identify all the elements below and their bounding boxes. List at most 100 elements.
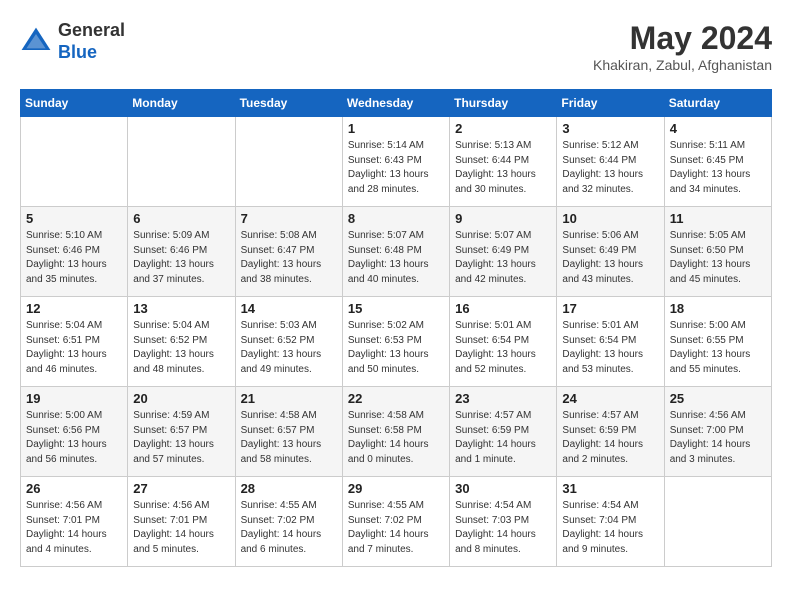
day-number: 24: [562, 391, 658, 406]
calendar-cell: 24 Sunrise: 4:57 AMSunset: 6:59 PMDayligh…: [557, 387, 664, 477]
calendar-cell: 1Sunrise: 5:14 AMSunset: 6:43 PMDaylight…: [342, 117, 449, 207]
calendar-cell: 30 Sunrise: 4:54 AMSunset: 7:03 PMDayligh…: [450, 477, 557, 567]
calendar-header: SundayMondayTuesdayWednesdayThursdayFrid…: [21, 90, 772, 117]
calendar-table: SundayMondayTuesdayWednesdayThursdayFrid…: [20, 89, 772, 567]
calendar-cell: [235, 117, 342, 207]
day-number: 18: [670, 301, 766, 316]
day-info: Sunrise: 5:03 AMSunset: 6:52 PMDaylight:…: [241, 319, 337, 377]
calendar-cell: 9 Sunrise: 5:07 AMSunset: 6:49 PMDaylight…: [450, 207, 557, 297]
day-number: 12: [26, 301, 122, 316]
day-info: Sunrise: 5:05 AMSunset: 6:50 PMDaylight:…: [670, 229, 766, 287]
weekday-header-monday: Monday: [128, 90, 235, 117]
day-number: 10: [562, 211, 658, 226]
calendar-cell: 11 Sunrise: 5:05 AMSunset: 6:50 PMDayligh…: [664, 207, 771, 297]
day-info: Sunrise: 5:13 AMSunset: 6:44 PMDaylight:…: [455, 139, 551, 197]
day-info: Sunrise: 4:57 AMSunset: 6:59 PMDaylight:…: [562, 409, 658, 467]
day-info: Sunrise: 5:11 AMSunset: 6:45 PMDaylight:…: [670, 139, 766, 197]
day-info: Sunrise: 4:56 AMSunset: 7:01 PMDaylight:…: [133, 499, 229, 557]
day-info: Sunrise: 5:01 AMSunset: 6:54 PMDaylight:…: [455, 319, 551, 377]
calendar-cell: [128, 117, 235, 207]
day-info: Sunrise: 5:04 AMSunset: 6:52 PMDaylight:…: [133, 319, 229, 377]
calendar-cell: 26Sunrise: 4:56 AMSunset: 7:01 PMDayligh…: [21, 477, 128, 567]
day-number: 8: [348, 211, 444, 226]
day-number: 1: [348, 121, 444, 136]
calendar-cell: 5Sunrise: 5:10 AMSunset: 6:46 PMDaylight…: [21, 207, 128, 297]
day-info: Sunrise: 5:04 AMSunset: 6:51 PMDaylight:…: [26, 319, 122, 377]
calendar-cell: 21Sunrise: 4:58 AMSunset: 6:57 PMDayligh…: [235, 387, 342, 477]
calendar-cell: 23 Sunrise: 4:57 AMSunset: 6:59 PMDayligh…: [450, 387, 557, 477]
day-number: 14: [241, 301, 337, 316]
calendar-cell: 7Sunrise: 5:08 AMSunset: 6:47 PMDaylight…: [235, 207, 342, 297]
day-info: Sunrise: 5:01 AMSunset: 6:54 PMDaylight:…: [562, 319, 658, 377]
weekday-header-friday: Friday: [557, 90, 664, 117]
day-number: 15: [348, 301, 444, 316]
day-info: Sunrise: 5:07 AMSunset: 6:48 PMDaylight:…: [348, 229, 444, 287]
day-info: Sunrise: 4:58 AMSunset: 6:57 PMDaylight:…: [241, 409, 337, 467]
calendar-cell: 3 Sunrise: 5:12 AMSunset: 6:44 PMDaylight…: [557, 117, 664, 207]
day-info: Sunrise: 5:12 AMSunset: 6:44 PMDaylight:…: [562, 139, 658, 197]
day-info: Sunrise: 4:56 AMSunset: 7:01 PMDaylight:…: [26, 499, 122, 557]
weekday-header-sunday: Sunday: [21, 90, 128, 117]
month-year-title: May 2024: [593, 20, 772, 57]
day-number: 6: [133, 211, 229, 226]
day-number: 30: [455, 481, 551, 496]
day-info: Sunrise: 5:06 AMSunset: 6:49 PMDaylight:…: [562, 229, 658, 287]
calendar-cell: 18 Sunrise: 5:00 AMSunset: 6:55 PMDayligh…: [664, 297, 771, 387]
day-number: 23: [455, 391, 551, 406]
day-info: Sunrise: 4:58 AMSunset: 6:58 PMDaylight:…: [348, 409, 444, 467]
calendar-cell: 27Sunrise: 4:56 AMSunset: 7:01 PMDayligh…: [128, 477, 235, 567]
day-number: 22: [348, 391, 444, 406]
calendar-cell: [21, 117, 128, 207]
page-header: General Blue May 2024 Khakiran, Zabul, A…: [20, 20, 772, 73]
day-info: Sunrise: 5:00 AMSunset: 6:56 PMDaylight:…: [26, 409, 122, 467]
weekday-header-thursday: Thursday: [450, 90, 557, 117]
day-number: 3: [562, 121, 658, 136]
calendar-cell: 28 Sunrise: 4:55 AMSunset: 7:02 PMDayligh…: [235, 477, 342, 567]
weekday-header-row: SundayMondayTuesdayWednesdayThursdayFrid…: [21, 90, 772, 117]
calendar-cell: 6Sunrise: 5:09 AMSunset: 6:46 PMDaylight…: [128, 207, 235, 297]
day-number: 4: [670, 121, 766, 136]
day-info: Sunrise: 5:10 AMSunset: 6:46 PMDaylight:…: [26, 229, 122, 287]
calendar-cell: 8 Sunrise: 5:07 AMSunset: 6:48 PMDaylight…: [342, 207, 449, 297]
day-number: 2: [455, 121, 551, 136]
day-number: 25: [670, 391, 766, 406]
weekday-header-saturday: Saturday: [664, 90, 771, 117]
day-info: Sunrise: 4:55 AMSunset: 7:02 PMDaylight:…: [241, 499, 337, 557]
logo-icon: [20, 26, 52, 58]
calendar-week-1: 1Sunrise: 5:14 AMSunset: 6:43 PMDaylight…: [21, 117, 772, 207]
day-number: 28: [241, 481, 337, 496]
day-number: 16: [455, 301, 551, 316]
weekday-header-tuesday: Tuesday: [235, 90, 342, 117]
calendar-cell: 13Sunrise: 5:04 AMSunset: 6:52 PMDayligh…: [128, 297, 235, 387]
day-info: Sunrise: 4:56 AMSunset: 7:00 PMDaylight:…: [670, 409, 766, 467]
day-number: 7: [241, 211, 337, 226]
calendar-cell: 10 Sunrise: 5:06 AMSunset: 6:49 PMDayligh…: [557, 207, 664, 297]
day-info: Sunrise: 4:54 AMSunset: 7:03 PMDaylight:…: [455, 499, 551, 557]
calendar-cell: 16 Sunrise: 5:01 AMSunset: 6:54 PMDayligh…: [450, 297, 557, 387]
day-info: Sunrise: 5:02 AMSunset: 6:53 PMDaylight:…: [348, 319, 444, 377]
day-info: Sunrise: 5:00 AMSunset: 6:55 PMDaylight:…: [670, 319, 766, 377]
day-info: Sunrise: 4:59 AMSunset: 6:57 PMDaylight:…: [133, 409, 229, 467]
calendar-cell: 15 Sunrise: 5:02 AMSunset: 6:53 PMDayligh…: [342, 297, 449, 387]
day-info: Sunrise: 4:54 AMSunset: 7:04 PMDaylight:…: [562, 499, 658, 557]
calendar-week-2: 5Sunrise: 5:10 AMSunset: 6:46 PMDaylight…: [21, 207, 772, 297]
calendar-cell: 31Sunrise: 4:54 AMSunset: 7:04 PMDayligh…: [557, 477, 664, 567]
day-number: 19: [26, 391, 122, 406]
calendar-cell: 22 Sunrise: 4:58 AMSunset: 6:58 PMDayligh…: [342, 387, 449, 477]
calendar-cell: 19 Sunrise: 5:00 AMSunset: 6:56 PMDayligh…: [21, 387, 128, 477]
day-number: 17: [562, 301, 658, 316]
day-info: Sunrise: 4:57 AMSunset: 6:59 PMDaylight:…: [455, 409, 551, 467]
day-number: 9: [455, 211, 551, 226]
day-number: 11: [670, 211, 766, 226]
calendar-cell: 25 Sunrise: 4:56 AMSunset: 7:00 PMDayligh…: [664, 387, 771, 477]
calendar-cell: [664, 477, 771, 567]
calendar-cell: 17 Sunrise: 5:01 AMSunset: 6:54 PMDayligh…: [557, 297, 664, 387]
calendar-cell: 14 Sunrise: 5:03 AMSunset: 6:52 PMDayligh…: [235, 297, 342, 387]
location-subtitle: Khakiran, Zabul, Afghanistan: [593, 57, 772, 73]
calendar-cell: 12 Sunrise: 5:04 AMSunset: 6:51 PMDayligh…: [21, 297, 128, 387]
calendar-cell: 4 Sunrise: 5:11 AMSunset: 6:45 PMDaylight…: [664, 117, 771, 207]
calendar-week-3: 12 Sunrise: 5:04 AMSunset: 6:51 PMDayligh…: [21, 297, 772, 387]
calendar-cell: 29Sunrise: 4:55 AMSunset: 7:02 PMDayligh…: [342, 477, 449, 567]
day-info: Sunrise: 5:07 AMSunset: 6:49 PMDaylight:…: [455, 229, 551, 287]
day-number: 29: [348, 481, 444, 496]
